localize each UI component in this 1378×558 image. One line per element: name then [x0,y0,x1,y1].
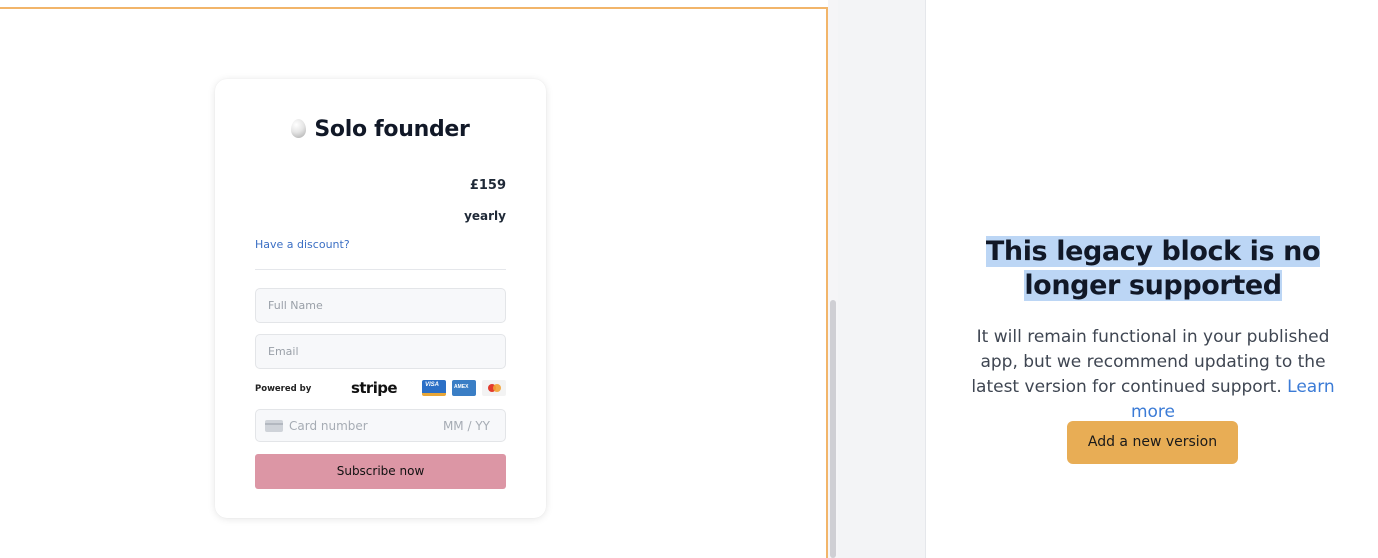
add-new-version-button[interactable]: Add a new version [1067,421,1238,464]
properties-panel: This legacy block is no longer supported… [927,0,1378,558]
mastercard-card-icon [482,380,506,396]
canvas-scrollbar-thumb[interactable] [830,300,836,558]
egg-icon [291,119,307,138]
subscribe-button[interactable]: Subscribe now [255,454,506,489]
stripe-logo: stripe [351,379,398,397]
card-brands: VISA AMEX [422,380,506,396]
plan-title: Solo founder [215,117,546,142]
checkout-card: Solo founder £159 yearly Have a discount… [215,79,546,518]
card-expiry-placeholder: MM / YY [442,419,490,433]
legacy-notice-body: It will remain functional in your publis… [957,325,1349,425]
billing-period: yearly [464,209,506,223]
legacy-notice-title-text: This legacy block is no longer supported [985,236,1321,301]
visa-card-icon: VISA [422,380,446,396]
plan-title-text: Solo founder [314,117,470,142]
credit-card-icon [265,420,283,432]
plan-price: £159 [469,178,506,193]
panel-gutter [838,0,926,558]
discount-link[interactable]: Have a discount? [255,238,350,251]
card-number-input[interactable]: Card number MM / YY [255,409,506,442]
card-number-placeholder: Card number [289,419,368,433]
full-name-input[interactable]: Full Name [255,288,506,323]
powered-by-label: Powered by [255,384,312,394]
divider [255,269,506,270]
amex-card-icon: AMEX [452,380,476,396]
legacy-notice-title: This legacy block is no longer supported [965,235,1341,303]
email-input[interactable]: Email [255,334,506,369]
legacy-notice-body-text: It will remain functional in your publis… [971,327,1330,397]
